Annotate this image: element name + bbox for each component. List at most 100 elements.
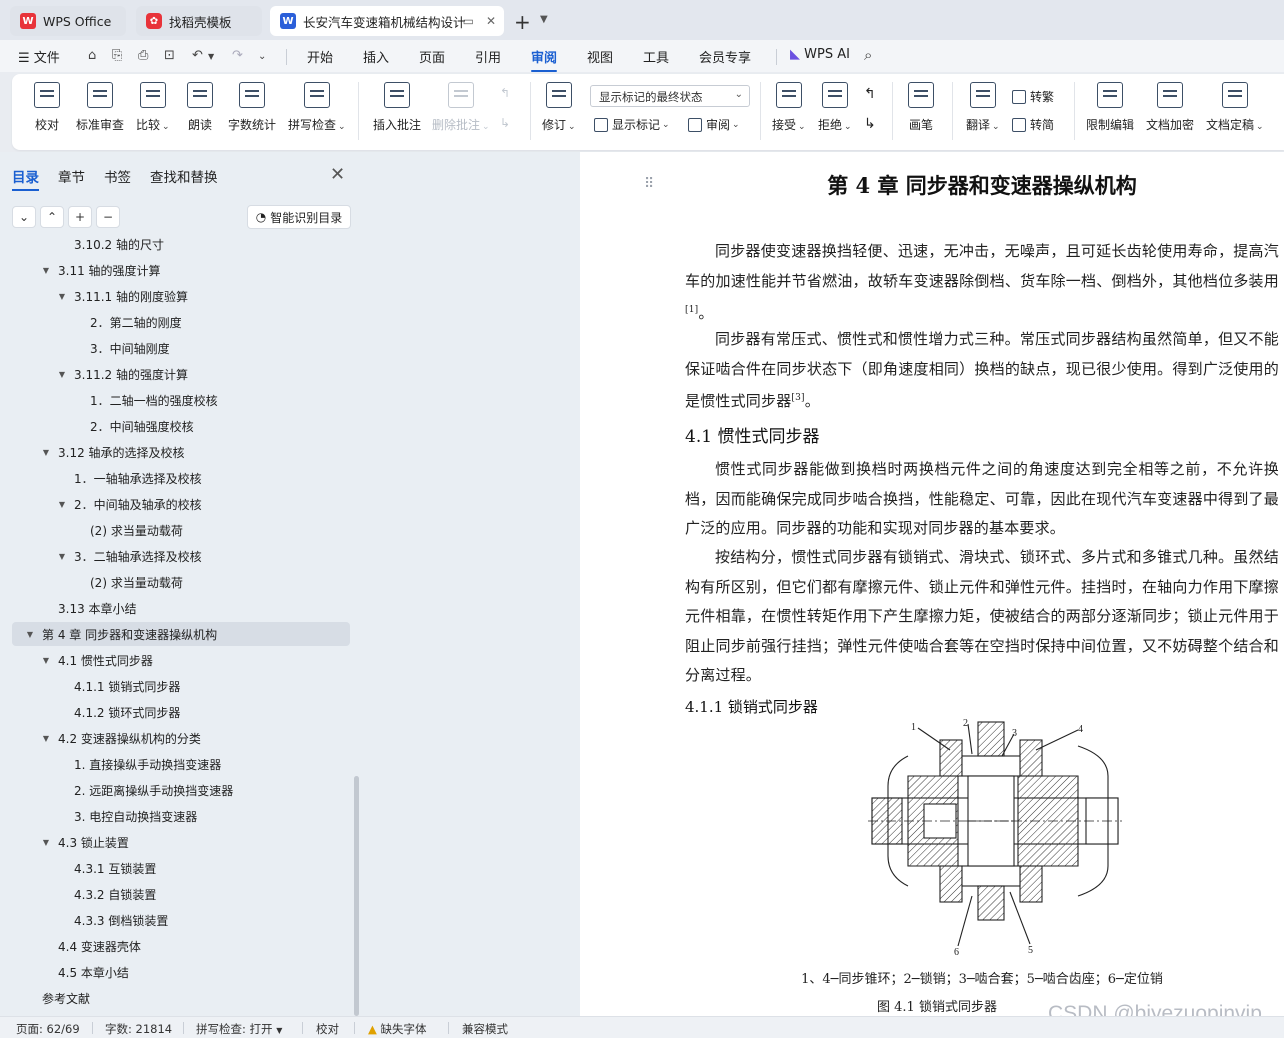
chevron-down-icon[interactable]: ▼ <box>540 14 548 25</box>
menu-view[interactable]: 视图 <box>587 47 613 66</box>
menu-tools[interactable]: 工具 <box>643 47 669 66</box>
finalize-button[interactable]: 文档定稿 ⌄ <box>1206 82 1264 133</box>
nav-tab-sections[interactable]: 章节 <box>58 166 85 186</box>
toc-item[interactable]: 4.3.1 互锁装置 <box>12 856 350 880</box>
compare-button[interactable]: 比较 ⌄ <box>136 82 170 133</box>
standard-review-button[interactable]: 标准审查 <box>76 82 124 133</box>
reject-button[interactable]: 拒绝 ⌄ <box>818 82 852 133</box>
toc-item[interactable]: 4.3.2 自锁装置 <box>12 882 350 906</box>
show-markup-button[interactable]: 显示标记 ⌄ <box>594 116 670 133</box>
nav-tab-bookmarks[interactable]: 书签 <box>104 166 131 186</box>
toggle-caret-icon[interactable]: ▼ <box>56 552 68 561</box>
toc-item[interactable]: 4.1.1 锁销式同步器 <box>12 674 350 698</box>
close-icon[interactable]: ✕ <box>330 164 345 185</box>
smart-toc-button[interactable]: ◔ 智能识别目录 <box>247 205 351 229</box>
toc-item[interactable]: 4.3.3 倒档锁装置 <box>12 908 350 932</box>
to-traditional-button[interactable]: 转繁 <box>1012 88 1054 105</box>
toggle-caret-icon[interactable]: ▼ <box>24 630 36 639</box>
menu-review[interactable]: 审阅 <box>531 47 558 72</box>
prev-change-icon[interactable]: ↰ <box>864 86 876 102</box>
toc-item[interactable]: 2．中间轴强度校核 <box>12 414 350 438</box>
toc-item[interactable]: 3．中间轴刚度 <box>12 336 350 360</box>
toggle-caret-icon[interactable]: ▼ <box>40 656 52 665</box>
toc-item[interactable]: ▼ 3.11.1 轴的刚度验算 <box>12 284 350 308</box>
toc-item[interactable]: 3. 电控自动换挡变速器 <box>12 804 350 828</box>
next-change-icon[interactable]: ↳ <box>864 116 876 132</box>
toc-item[interactable]: 2. 远距离操纵手动换挡变速器 <box>12 778 350 802</box>
pen-button[interactable]: 画笔 <box>908 82 934 133</box>
toc-item[interactable]: 1．一轴轴承选择及校核 <box>12 466 350 490</box>
insert-comment-button[interactable]: 插入批注 <box>373 82 421 133</box>
proofread-button[interactable]: 校对 <box>34 82 60 133</box>
toc-item[interactable]: 1. 直接操纵手动换挡变速器 <box>12 752 350 776</box>
toggle-caret-icon[interactable]: ▼ <box>40 266 52 275</box>
undo-dropdown-icon[interactable]: ▼ <box>208 52 214 61</box>
toggle-caret-icon[interactable]: ▼ <box>40 838 52 847</box>
toggle-caret-icon[interactable]: ▼ <box>40 734 52 743</box>
save-icon[interactable]: ⌂ <box>88 48 96 63</box>
prev-comment-icon[interactable]: ↰ <box>500 86 510 100</box>
toc-item[interactable]: 2．第二轴的刚度 <box>12 310 350 334</box>
print-icon[interactable]: ⎙ <box>138 48 148 63</box>
spell-check-status[interactable]: 拼写检查: 打开 ▼ <box>196 1021 282 1037</box>
toggle-caret-icon[interactable]: ▼ <box>56 500 68 509</box>
screen-icon[interactable]: ▭ <box>463 14 474 28</box>
toc-item[interactable]: ▼ 2．中间轴及轴承的校核 <box>12 492 350 516</box>
word-count-button[interactable]: 字数统计 <box>228 82 276 133</box>
toc-item[interactable]: ▼ 4.1 惯性式同步器 <box>12 648 350 672</box>
track-changes-button[interactable]: 修订 ⌄ <box>542 82 576 133</box>
toc-item[interactable]: ▼ 第 4 章 同步器和变速器操纵机构 <box>12 622 350 646</box>
paragraph-2[interactable]: 同步器有常压式、惯性式和惯性增力式三种。常压式同步器结构虽然简单，但又不能保证啮… <box>685 325 1279 417</box>
more-chevron-icon[interactable]: ⌄ <box>258 51 266 62</box>
undo-icon[interactable]: ↶ <box>192 48 203 63</box>
proofread-status[interactable]: 校对 <box>316 1021 339 1037</box>
expand-down-icon[interactable]: ⌄ <box>12 206 36 228</box>
next-comment-icon[interactable]: ↳ <box>500 116 510 130</box>
tab-document[interactable]: W 长安汽车变速箱机械结构设计 ▭ ✕ <box>270 6 504 36</box>
missing-font-status[interactable]: ▲ 缺失字体 <box>368 1021 427 1037</box>
toggle-caret-icon[interactable]: ▼ <box>56 292 68 301</box>
restrict-edit-button[interactable]: 限制编辑 <box>1086 82 1134 133</box>
new-tab-button[interactable]: + <box>514 10 531 34</box>
translate-button[interactable]: 翻译 ⌄ <box>966 82 1000 133</box>
toggle-caret-icon[interactable]: ▼ <box>56 370 68 379</box>
wps-ai-button[interactable]: ◣ WPS AI <box>790 47 850 62</box>
menu-page[interactable]: 页面 <box>419 47 445 66</box>
menu-start[interactable]: 开始 <box>307 47 333 66</box>
toc-item[interactable]: ▼ 3．二轴轴承选择及校核 <box>12 544 350 568</box>
spell-check-button[interactable]: 拼写检查 ⌄ <box>288 82 346 133</box>
toc-item[interactable]: 4.4 变速器壳体 <box>12 934 350 958</box>
nav-tab-find-replace[interactable]: 查找和替换 <box>150 166 218 186</box>
tab-find-template[interactable]: ✿ 找稻壳模板 <box>136 6 262 36</box>
collapse-up-icon[interactable]: ⌃ <box>40 206 64 228</box>
toc-item[interactable]: ▼ 3.12 轴承的选择及校核 <box>12 440 350 464</box>
menu-insert[interactable]: 插入 <box>363 47 389 66</box>
toc-item[interactable]: (2) 求当量动载荷 <box>12 518 350 542</box>
paragraph-3[interactable]: 惯性式同步器能做到换档时两换档元件之间的角速度达到完全相等之前，不允许换档，因而… <box>685 455 1279 544</box>
export-icon[interactable]: ⎘ <box>112 48 122 63</box>
toc-item[interactable]: 参考文献 <box>12 986 350 1010</box>
redo-icon[interactable]: ↷ <box>232 48 243 63</box>
tab-wps-office[interactable]: W WPS Office <box>10 6 126 36</box>
toc-item[interactable]: ▼ 3.11 轴的强度计算 <box>12 258 350 282</box>
to-simplified-button[interactable]: 转简 <box>1012 116 1054 133</box>
read-aloud-button[interactable]: 朗读 <box>187 82 213 133</box>
toc-item[interactable]: 4.5 本章小结 <box>12 960 350 984</box>
accept-button[interactable]: 接受 ⌄ <box>772 82 806 133</box>
nav-tab-toc[interactable]: 目录 <box>12 166 39 191</box>
review-pane-button[interactable]: 审阅 ⌄ <box>688 116 740 133</box>
markup-state-select[interactable]: 显示标记的最终状态 ⌄ <box>590 85 750 107</box>
toc-item[interactable]: ▼ 3.11.2 轴的强度计算 <box>12 362 350 386</box>
toc-item[interactable]: ▼ 4.2 变速器操纵机构的分类 <box>12 726 350 750</box>
paragraph-4[interactable]: 按结构分，惯性式同步器有锁销式、滑块式、锁环式、多片式和多锥式几种。虽然结构有所… <box>685 543 1279 691</box>
paragraph-1[interactable]: 同步器使变速器换挡轻便、迅速，无冲击，无噪声，且可延长齿轮使用寿命，提高汽车的加… <box>685 237 1279 329</box>
close-icon[interactable]: ✕ <box>486 14 496 28</box>
remove-heading-icon[interactable]: − <box>96 206 120 228</box>
toc-scrollbar[interactable] <box>354 776 359 1016</box>
toc-item[interactable]: 4.1.2 锁环式同步器 <box>12 700 350 724</box>
delete-comment-button[interactable]: 删除批注 ⌄ <box>432 82 490 133</box>
toc-item[interactable]: 3.13 本章小结 <box>12 596 350 620</box>
encrypt-button[interactable]: 文档加密 <box>1146 82 1194 133</box>
search-icon[interactable]: ⌕ <box>864 46 872 64</box>
add-heading-icon[interactable]: + <box>68 206 92 228</box>
